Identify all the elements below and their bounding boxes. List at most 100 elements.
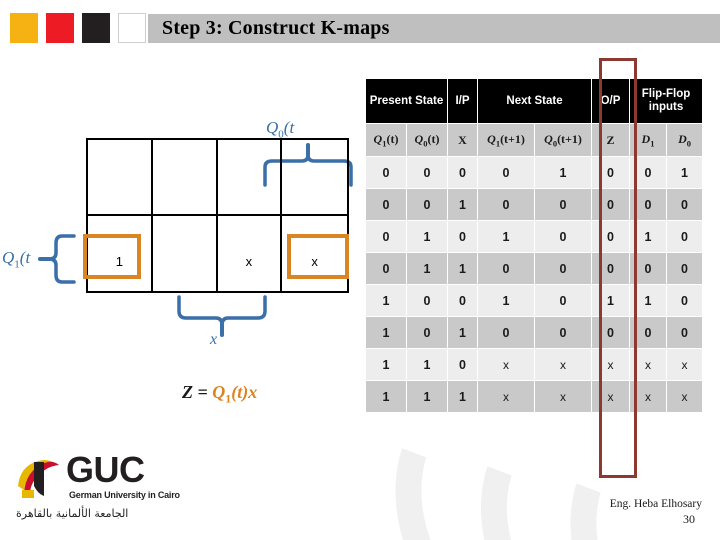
- kmap-cell-r0c1[interactable]: [152, 140, 218, 216]
- cell-q1t1: x: [477, 380, 536, 413]
- cell-q0t: 1: [405, 348, 449, 381]
- cell-z: x: [591, 380, 631, 413]
- kmap-cell-r1c2[interactable]: x: [218, 215, 283, 291]
- kmap-cell-r0c3[interactable]: [282, 140, 347, 216]
- cell-q0t1: x: [534, 348, 593, 381]
- cell-x: 1: [447, 380, 479, 413]
- guc-acronym: GUC: [66, 449, 145, 490]
- cell-q1t1: x: [477, 348, 536, 381]
- equation-rhs-var: Q: [212, 382, 226, 402]
- cell-q1t1: 0: [477, 252, 536, 285]
- cell-d0: 1: [666, 156, 704, 189]
- subheader-d0: D0: [666, 123, 704, 157]
- cell-x: 0: [447, 220, 479, 253]
- cell-d0: x: [666, 348, 704, 381]
- table-row: 0 0 1 0 0 0 0 0: [365, 188, 704, 221]
- cell-q0t: 0: [405, 316, 449, 349]
- cell-q1t: 1: [365, 380, 407, 413]
- header-input: I/P: [447, 78, 479, 124]
- subheader-d1: D1: [629, 123, 668, 157]
- author-credit: Eng. Heba Elhosary: [609, 498, 702, 510]
- equation-operator: =: [193, 382, 213, 402]
- table-group-header-row: Present State I/P Next State O/P Flip-Fl…: [364, 78, 704, 124]
- state-truth-table: Present State I/P Next State O/P Flip-Fl…: [364, 78, 704, 413]
- subheader-q1t1: Q1(t+1): [477, 123, 536, 157]
- cell-q1t: 0: [365, 156, 407, 189]
- cell-q0t: 0: [405, 188, 449, 221]
- kmap-group-highlight-right: [287, 234, 349, 279]
- table-subheader-row: Q1(t) Q0(t) X Q1(t+1) Q0(t+1) Z D1 D0: [365, 123, 704, 157]
- table-row: 0 0 0 0 1 0 0 1: [365, 156, 704, 189]
- cell-z: 0: [591, 156, 631, 189]
- title-bar: Step 3: Construct K-maps: [148, 14, 720, 43]
- cell-d1: 0: [629, 252, 668, 285]
- subheader-z: Z: [591, 123, 631, 157]
- cell-d0: 0: [666, 252, 704, 285]
- header-color-squares: [10, 13, 146, 43]
- cell-q0t: 1: [405, 380, 449, 413]
- cell-x: 1: [447, 252, 479, 285]
- equation-rhs-tail: (t)x: [231, 382, 258, 402]
- cell-x: 0: [447, 348, 479, 381]
- kmap-cell-r0c0[interactable]: [88, 140, 153, 216]
- kmap-row-label: Q1(t: [2, 248, 31, 271]
- amber-square: [10, 13, 38, 43]
- cell-q0t: 0: [405, 156, 449, 189]
- subheader-q0t: Q0(t): [405, 123, 449, 157]
- table-row: 1 1 1 x x x x x: [365, 380, 704, 413]
- table-row: 1 1 0 x x x x x: [365, 348, 704, 381]
- header-present-state: Present State: [364, 78, 449, 124]
- cell-q1t1: 1: [477, 220, 536, 253]
- cell-q0t1: 0: [534, 220, 593, 253]
- cell-q0t: 0: [405, 284, 449, 317]
- kmap-cell-r0c2[interactable]: [217, 140, 283, 216]
- page-title: Step 3: Construct K-maps: [162, 17, 390, 39]
- cell-q1t1: 0: [477, 316, 536, 349]
- cell-x: 1: [447, 316, 479, 349]
- cell-d1: 0: [629, 156, 668, 189]
- red-square: [46, 13, 74, 43]
- header-flipflop-inputs: Flip-Flop inputs: [629, 78, 704, 124]
- cell-q0t1: 0: [534, 252, 593, 285]
- cell-d1: x: [629, 348, 668, 381]
- cell-q0t1: 1: [534, 156, 593, 189]
- table-row: 1 0 1 0 0 0 0 0: [365, 316, 704, 349]
- cell-q1t1: 1: [477, 284, 536, 317]
- cell-q1t: 1: [365, 316, 407, 349]
- cell-z: x: [591, 348, 631, 381]
- guc-logo-mark: [18, 460, 59, 498]
- cell-d1: 1: [629, 284, 668, 317]
- kmap-left-brace: [38, 234, 76, 284]
- cell-d0: 0: [666, 316, 704, 349]
- cell-q0t1: 0: [534, 188, 593, 221]
- cell-q0t: 1: [405, 252, 449, 285]
- kmap-cell-r1c1[interactable]: [153, 215, 218, 291]
- table-row: 1 0 0 1 0 1 1 0: [365, 284, 704, 317]
- cell-d1: 0: [629, 188, 668, 221]
- cell-q1t: 1: [365, 348, 407, 381]
- cell-q1t: 0: [365, 188, 407, 221]
- equation-lhs: Z: [182, 382, 193, 402]
- cell-q1t: 0: [365, 220, 407, 253]
- header-next-state: Next State: [477, 78, 593, 124]
- kmap-bottom-brace: [177, 295, 267, 337]
- guc-arabic-name: الجامعة الألمانية بالقاهرة: [16, 507, 129, 520]
- cell-q1t: 1: [365, 284, 407, 317]
- cell-d0: 0: [666, 220, 704, 253]
- cell-z: 0: [591, 316, 631, 349]
- guc-logo: GUC German University in Cairo الجامعة ا…: [14, 449, 214, 524]
- kmap-bottom-label: x: [210, 331, 218, 348]
- cell-d1: 1: [629, 220, 668, 253]
- cell-q0t1: x: [534, 380, 593, 413]
- output-equation: Z = Q1(t)x: [182, 382, 257, 407]
- cell-q1t1: 0: [477, 156, 536, 189]
- guc-subtitle: German University in Cairo: [69, 490, 180, 500]
- cell-d0: x: [666, 380, 704, 413]
- dark-square: [82, 13, 110, 43]
- cell-d0: 0: [666, 284, 704, 317]
- cell-x: 0: [447, 156, 479, 189]
- subheader-q1t: Q1(t): [365, 123, 407, 157]
- table-row: 0 1 1 0 0 0 0 0: [365, 252, 704, 285]
- cell-x: 0: [447, 284, 479, 317]
- cell-z: 0: [591, 188, 631, 221]
